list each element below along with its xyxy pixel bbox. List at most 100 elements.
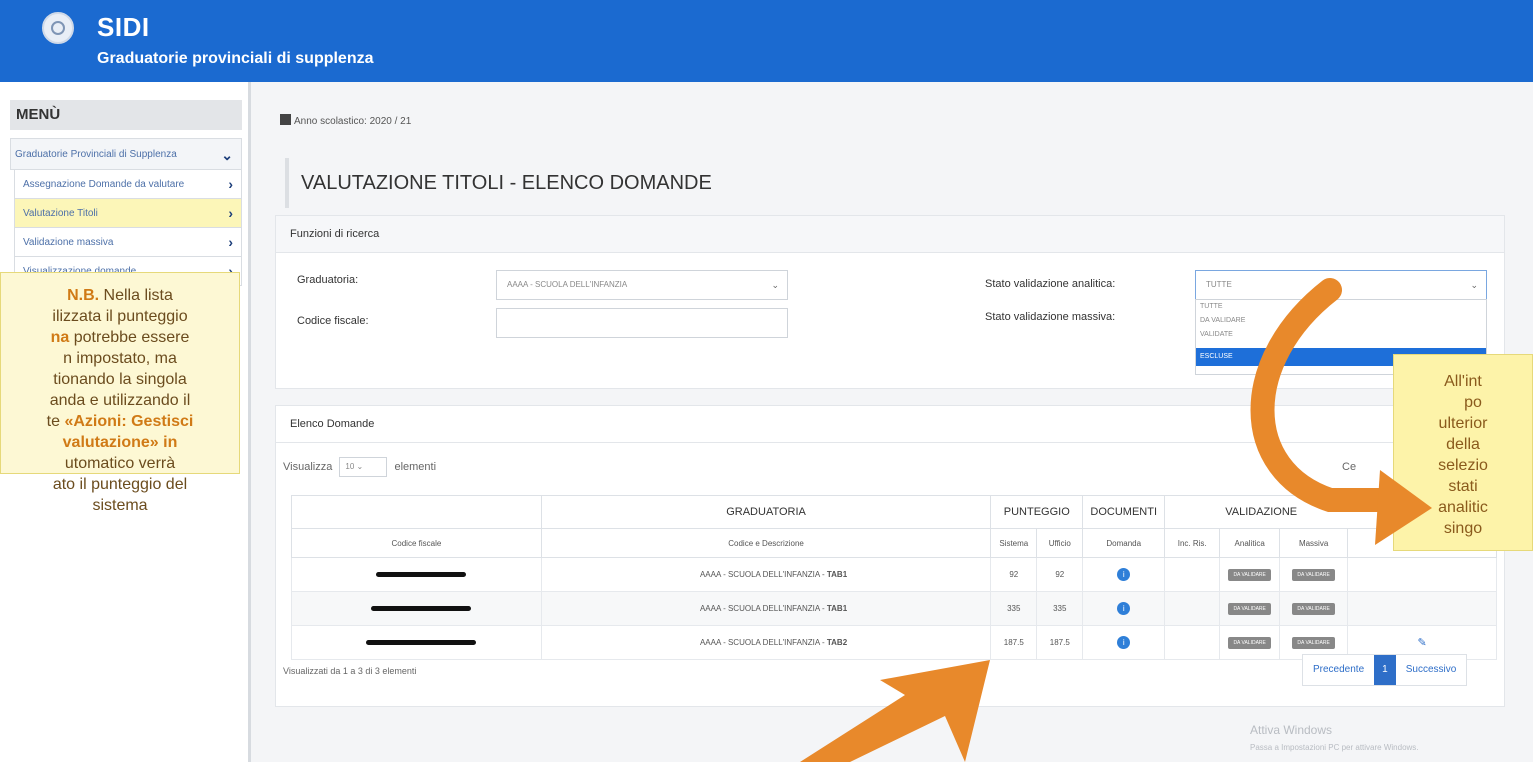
chevron-down-icon: ⌄ [221,147,233,163]
cell-actions [1347,557,1497,592]
menu-list: Graduatorie Provinciali di Supplenza ⌄ A… [10,138,242,286]
app-subtitle: Graduatorie provinciali di supplenza [97,50,374,67]
pagination-current-page[interactable]: 1 [1374,655,1396,685]
note-text: Nella lista [99,287,173,304]
group-header-punteggio: PUNTEGGIO [990,495,1084,529]
analitica-select-value: TUTTE [1206,280,1232,289]
watermark-subtitle: Passa a Impostazioni PC per attivare Win… [1250,743,1419,752]
dropdown-option[interactable]: TUTTE [1196,300,1486,314]
chevron-down-icon: ⌄ [1470,280,1478,290]
cell-analitica: DA VALIDARE [1219,591,1281,626]
page-size-value: 10 [345,462,355,471]
cell-domanda: i [1082,557,1166,592]
document-info-icon[interactable]: i [1117,602,1131,615]
republic-emblem-icon [42,12,74,44]
cell-sistema: 187.5 [990,625,1038,660]
cell-sistema: 335 [990,591,1038,626]
school-year: Anno scolastico: 2020 / 21 [280,114,411,127]
cell-analitica: DA VALIDARE [1219,557,1281,592]
annotation-note-left: N.B. Nella lista ilizzata il punteggio n… [0,272,240,514]
table-info: Visualizzati da 1 a 3 di 3 elementi [283,666,417,676]
cell-tab: TAB2 [826,638,848,647]
codice-fiscale-label: Codice fiscale: [297,315,369,327]
note-text: na [50,329,70,346]
table-row[interactable]: AAAA - SCUOLA DELL'INFANZIA - TAB1 335 3… [291,591,1497,626]
document-info-icon[interactable]: i [1117,568,1131,581]
dropdown-option[interactable]: VALIDATE [1196,328,1486,342]
cell-desc-text: AAAA - SCUOLA DELL'INFANZIA - [699,638,827,647]
page-size-prefix: Visualizza [283,460,333,473]
search-label: Ce [1342,461,1357,473]
note-text: tionando la singola [53,371,187,388]
note-text: della [1446,436,1480,453]
column-header-ufficio[interactable]: Ufficio [1036,528,1084,558]
cell-tab: TAB1 [826,604,848,613]
note-text: po [1464,394,1482,411]
sidebar-item-graduatorie[interactable]: Graduatorie Provinciali di Supplenza ⌄ [10,138,242,170]
cell-desc-text: AAAA - SCUOLA DELL'INFANZIA - [699,604,827,613]
cell-descrizione: AAAA - SCUOLA DELL'INFANZIA - TAB2 [540,625,992,660]
graduatoria-select[interactable]: AAAA - SCUOLA DELL'INFANZIA ⌄ [496,270,788,300]
domande-table: GRADUATORIA PUNTEGGIO DOCUMENTI VALIDAZI… [291,495,1497,660]
cell-inc-ris [1164,557,1221,592]
note-text: sistema [92,497,148,514]
note-text: valutazione» in [62,434,178,451]
sidebar-item-label: Validazione massiva [23,237,114,248]
column-header-analitica[interactable]: Analitica [1219,528,1281,558]
column-header-sistema[interactable]: Sistema [990,528,1038,558]
cell-ufficio: 92 [1036,557,1084,592]
edit-pencil-icon[interactable]: ✎ [1417,637,1426,649]
list-panel-heading: Elenco Domande [276,406,1504,443]
redacted-codice-fiscale [291,591,542,626]
group-header-empty [291,495,542,529]
column-header-codice-descrizione[interactable]: Codice e Descrizione [540,528,992,558]
status-badge: DA VALIDARE [1228,568,1271,581]
status-badge: DA VALIDARE [1292,602,1335,615]
cell-inc-ris [1164,591,1221,626]
sidebar-item-label: Valutazione Titoli [23,208,98,219]
top-header: SIDI Graduatorie provinciali di supplenz… [0,0,1533,82]
dropdown-option[interactable]: DA VALIDARE [1196,314,1486,328]
sidebar-item-label: Graduatorie Provinciali di Supplenza [15,149,177,160]
note-text: potrebbe essere [69,329,190,346]
sidebar-item-label: Assegnazione Domande da valutare [23,179,185,190]
cell-analitica: DA VALIDARE [1219,625,1281,660]
cell-sistema: 92 [990,557,1038,592]
annotation-note-right: All'int po ulterior della selezio stati … [1393,354,1533,551]
column-header-massiva[interactable]: Massiva [1279,528,1349,558]
sidebar-item-assegnazione[interactable]: Assegnazione Domande da valutare › [14,170,242,199]
cell-ufficio: 187.5 [1036,625,1084,660]
cell-ufficio: 335 [1036,591,1084,626]
pagination-previous[interactable]: Precedente [1303,655,1374,685]
pagination-next[interactable]: Successivo [1396,655,1467,685]
document-info-icon[interactable]: i [1117,636,1131,649]
note-text: N.B. [67,287,100,304]
column-header-inc-ris[interactable]: Inc. Ris. [1164,528,1221,558]
note-text: n impostato, ma [63,350,177,367]
note-text: anda e utilizzando il [49,392,191,409]
cell-domanda: i [1082,625,1166,660]
cell-inc-ris [1164,625,1221,660]
page-size-select[interactable]: 10 ⌄ [339,457,388,477]
sidebar-item-validazione-massiva[interactable]: Validazione massiva › [14,228,242,257]
note-text: te [46,413,65,430]
watermark-title: Attiva Windows [1250,723,1333,737]
note-text: All'int [1444,373,1482,390]
cell-massiva: DA VALIDARE [1279,591,1349,626]
cell-massiva: DA VALIDARE [1279,557,1349,592]
sidebar-item-valutazione-titoli[interactable]: Valutazione Titoli › [14,199,242,228]
column-header-codice-fiscale[interactable]: Codice fiscale [291,528,542,558]
note-text: analitic [1438,499,1488,516]
redacted-codice-fiscale [291,557,542,592]
chevron-down-icon: ⌄ [771,280,779,290]
status-badge: DA VALIDARE [1228,602,1271,615]
note-text: ato il punteggio del [52,476,188,493]
note-text: utomatico verrà [64,455,176,472]
analitica-select[interactable]: TUTTE ⌄ [1195,270,1487,300]
codice-fiscale-input[interactable] [496,308,788,338]
pagination: Precedente 1 Successivo [1302,654,1468,686]
chevron-right-icon: › [228,176,233,192]
table-row[interactable]: AAAA - SCUOLA DELL'INFANZIA - TAB1 92 92… [291,557,1497,592]
graduatoria-select-value: AAAA - SCUOLA DELL'INFANZIA [507,280,628,289]
note-text: singo [1443,520,1483,537]
